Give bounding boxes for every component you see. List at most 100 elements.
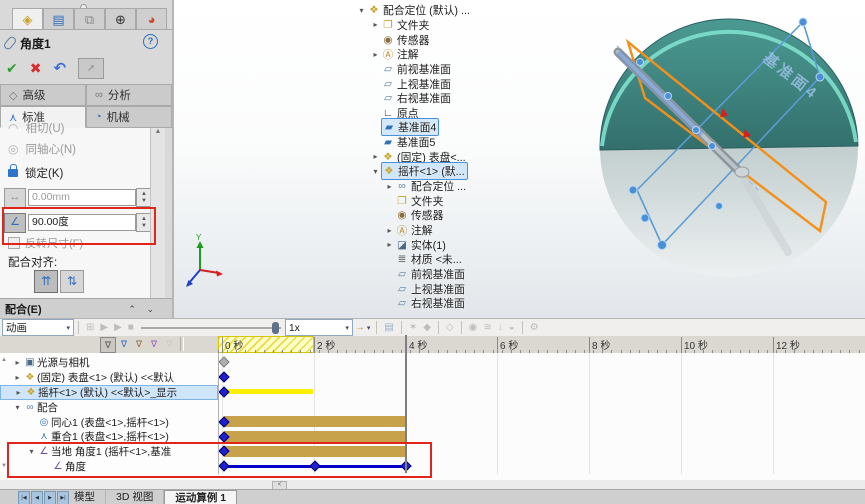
- change-bar-row-2[interactable]: [224, 389, 313, 395]
- help-icon[interactable]: ?: [143, 34, 158, 49]
- distance-icon[interactable]: ↔: [4, 187, 26, 208]
- document-tabs-bar: |◀ ◀ ▶ ▶| 模型 3D 视图 运动算例 1: [0, 489, 865, 504]
- graphics-area[interactable]: 基准面4 Y ▾ ❖ 配合定位 (默认) ... ▸ ❐ 文件夹 ◉ 传感器 ▸ Ⓐ 注解 ▱ 前视基准…: [172, 0, 865, 318]
- mode-tab-3[interactable]: ◔ 机械: [86, 106, 172, 128]
- flyout-item-2[interactable]: ◉ 传感器: [370, 32, 431, 47]
- flyout-item-14[interactable]: ◉ 传感器: [384, 208, 445, 223]
- flyout-item-3[interactable]: ▸ Ⓐ 注解: [370, 47, 421, 62]
- display-manager-tab[interactable]: ◕: [136, 8, 167, 30]
- key-button[interactable]: ◆: [423, 322, 431, 333]
- flyout-item-13[interactable]: ❐ 文件夹: [384, 193, 445, 208]
- flyout-item-6[interactable]: ▱ 右视基准面: [370, 91, 453, 106]
- spring-button[interactable]: ≋: [483, 322, 491, 333]
- sheet-nav-button-2[interactable]: ▶: [44, 491, 56, 504]
- slider-handle[interactable]: [271, 322, 279, 334]
- keyframe-row1-0[interactable]: [218, 371, 230, 383]
- filter-results[interactable]: ∇: [162, 337, 176, 351]
- motion-tree-item-2[interactable]: ▸ ❖ 摇杆<1> (默认) <<默认>_显示: [0, 384, 218, 400]
- flyout-item-17[interactable]: ≣ 材质 <未...: [384, 252, 464, 267]
- add-key-button[interactable]: ◇: [446, 322, 454, 333]
- expand-arrow-icon[interactable]: ▸: [384, 226, 395, 235]
- flyout-item-4[interactable]: ▱ 前视基准面: [370, 62, 453, 77]
- timeline-zoom-slider[interactable]: [140, 321, 281, 334]
- expand-arrow-icon[interactable]: ▸: [370, 50, 381, 59]
- mate-type-tangent[interactable]: ◠ 相切(U): [8, 119, 64, 137]
- collapse-carets[interactable]: ⌃ ⌄: [128, 304, 158, 315]
- flyout-item-12[interactable]: ▸ ∞ 配合定位 ...: [384, 179, 468, 194]
- flyout-item-5[interactable]: ▱ 上视基准面: [370, 76, 453, 91]
- doc-tab-2[interactable]: 运动算例 1: [164, 490, 238, 504]
- save-animation-button[interactable]: ▤: [384, 322, 393, 333]
- motion-tree-item-4[interactable]: ◎ 同心1 (表盘<1>,摇杆<1>): [0, 415, 218, 430]
- playback-speed-select[interactable]: 1x ▾: [284, 319, 353, 336]
- flyout-item-16[interactable]: ▸ ◪ 实体(1): [384, 237, 448, 252]
- filter-driving[interactable]: ∇: [117, 337, 131, 351]
- sheet-nav-button-1[interactable]: ◀: [31, 491, 43, 504]
- timeline-ruler[interactable]: 0 秒2 秒4 秒6 秒8 秒 10 秒 12 秒: [218, 336, 865, 354]
- flyout-item-9[interactable]: ▰ 基准面5: [370, 135, 437, 150]
- distance-field[interactable]: 0.00mm: [28, 189, 136, 206]
- aligned-button[interactable]: ⇈: [34, 270, 58, 293]
- contact-button[interactable]: ◒: [509, 322, 515, 333]
- expand-arrow-icon[interactable]: ▸: [12, 358, 23, 367]
- flyout-item-8[interactable]: ▰ 基准面4: [370, 118, 440, 137]
- mates-group-footer[interactable]: 配合(E) ⌃ ⌄: [0, 298, 172, 319]
- expand-arrow-icon[interactable]: ▸: [13, 388, 24, 397]
- filter-all[interactable]: ∇: [100, 337, 116, 353]
- expand-arrow-icon[interactable]: ▾: [370, 167, 381, 176]
- expand-arrow-icon[interactable]: ▸: [384, 182, 395, 191]
- keyframe-row2-0[interactable]: [218, 386, 230, 398]
- filter-animated[interactable]: ∇: [132, 337, 146, 351]
- flyout-item-18[interactable]: ▱ 前视基准面: [384, 267, 467, 282]
- flyout-item-15[interactable]: ▸ Ⓐ 注解: [384, 223, 435, 238]
- mode-tab-1[interactable]: ∞ 分析: [86, 84, 172, 106]
- mate-type-concentric[interactable]: ◎ 同轴心(N): [8, 140, 76, 158]
- motion-tree-item-0[interactable]: ▸ ▣ 光源与相机: [0, 355, 218, 370]
- motor-button[interactable]: ◉: [469, 322, 478, 333]
- keyframe-row0-0[interactable]: [218, 356, 230, 368]
- expand-arrow-icon[interactable]: ▸: [384, 240, 395, 249]
- flyout-item-0[interactable]: ▾ ❖ 配合定位 (默认) ...: [356, 3, 472, 18]
- mode-tab-0[interactable]: ◇ 高级: [0, 84, 86, 106]
- anti-aligned-button[interactable]: ⇅: [60, 270, 84, 293]
- detach-button[interactable]: ➚: [78, 57, 105, 79]
- animation-wizard-button[interactable]: ✶: [409, 322, 417, 333]
- change-bar-row-5[interactable]: [224, 431, 405, 442]
- expand-arrow-icon[interactable]: ▸: [370, 20, 381, 29]
- playback-mode-button[interactable]: → ▾: [355, 322, 371, 333]
- flyout-item-20[interactable]: ▱ 右视基准面: [384, 296, 467, 311]
- expand-arrow-icon[interactable]: ▸: [370, 152, 381, 161]
- property-manager-tab[interactable]: ◈: [12, 8, 43, 30]
- doc-tab-1[interactable]: 3D 视图: [106, 490, 165, 504]
- filter-selected[interactable]: ∇: [147, 337, 161, 351]
- calculate-button[interactable]: ⊞: [86, 322, 94, 333]
- undo-button[interactable]: ↶: [53, 59, 66, 77]
- expand-arrow-icon[interactable]: ▸: [12, 373, 23, 382]
- sheet-nav-button-0[interactable]: |◀: [18, 491, 30, 504]
- play-from-start-button[interactable]: ▶: [100, 322, 108, 333]
- change-bar-row-4[interactable]: [224, 416, 405, 428]
- ok-button[interactable]: ✔: [6, 60, 18, 77]
- dimxpert-manager-tab[interactable]: ⊕: [105, 8, 136, 30]
- mate-type-lock[interactable]: 锁定(K): [8, 164, 63, 182]
- flyout-item-label: 传感器: [397, 34, 430, 47]
- force-button[interactable]: ↓: [498, 322, 503, 333]
- concentric-icon: ◎: [39, 416, 49, 428]
- stop-button[interactable]: ■: [128, 322, 134, 333]
- motion-tree-item-1[interactable]: ▸ ❖ (固定) 表盘<1> (默认) <<默认: [0, 370, 218, 385]
- expand-arrow-icon[interactable]: ▾: [12, 403, 23, 412]
- configuration-manager-tab[interactable]: ⧉: [74, 8, 105, 30]
- cancel-button[interactable]: ✖: [30, 60, 42, 77]
- expand-arrow-icon[interactable]: ▾: [356, 6, 367, 15]
- play-button[interactable]: ▶: [114, 322, 122, 333]
- properties-button[interactable]: ⚙: [530, 322, 539, 333]
- flyout-item-11[interactable]: ▾ ❖ 摇杆<1> (默...: [370, 162, 468, 181]
- flyout-item-19[interactable]: ▱ 上视基准面: [384, 281, 467, 296]
- study-type-select[interactable]: 动画 ▾: [2, 319, 74, 336]
- feature-manager-tab[interactable]: ▤: [43, 8, 74, 30]
- motion-tree-item-3[interactable]: ▾ ∞ 配合: [0, 400, 218, 415]
- doc-tab-0[interactable]: 模型: [64, 490, 106, 504]
- tree-scroll-up[interactable]: ▲: [1, 357, 7, 363]
- dial-disc[interactable]: [599, 18, 859, 151]
- flyout-item-1[interactable]: ▸ ❐ 文件夹: [370, 18, 431, 33]
